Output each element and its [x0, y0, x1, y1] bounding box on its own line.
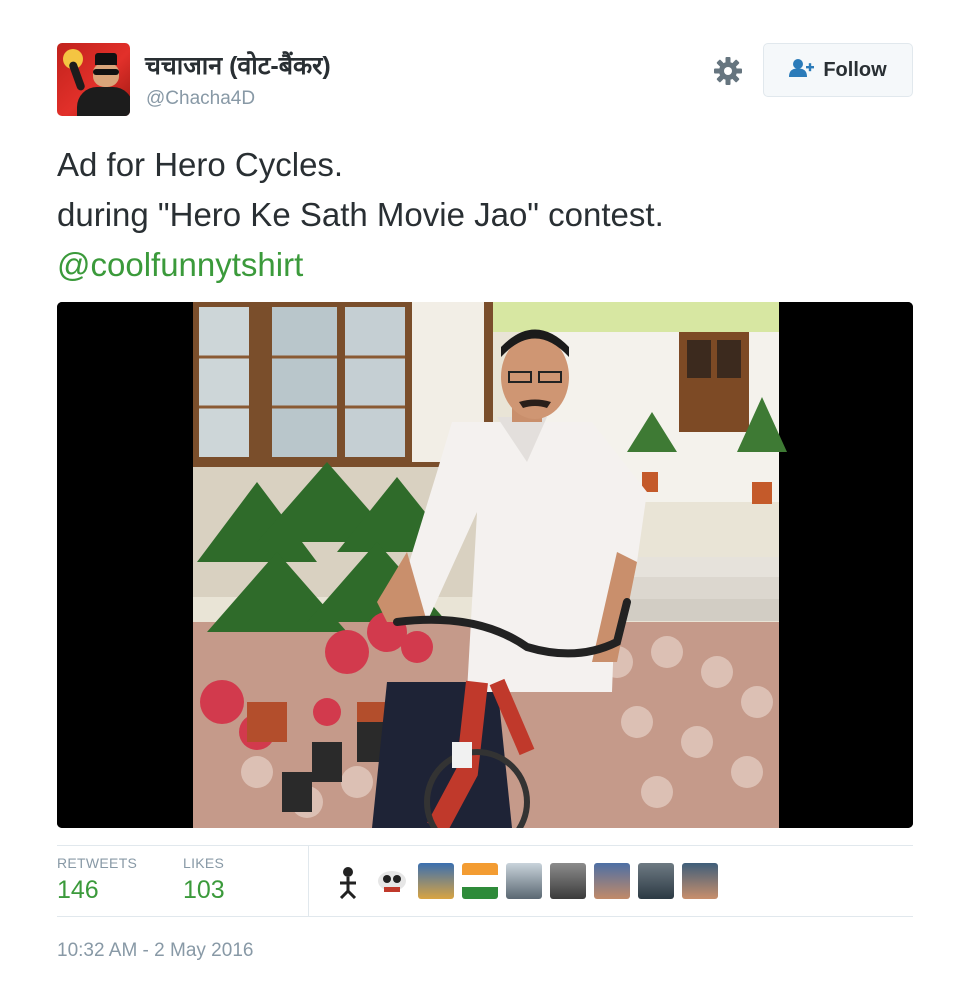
- liker-avatar[interactable]: [330, 863, 366, 899]
- author-username[interactable]: @Chacha4D: [146, 88, 255, 110]
- liker-avatar[interactable]: [594, 863, 630, 899]
- follow-button-label: Follow: [823, 58, 887, 81]
- liker-avatar[interactable]: [506, 863, 542, 899]
- liker-avatar[interactable]: [462, 863, 498, 899]
- author-display-name[interactable]: चचाजान (वोट-बैंकर): [145, 48, 331, 82]
- retweets-count: 146: [57, 876, 99, 904]
- follow-button[interactable]: Follow: [763, 43, 913, 97]
- likes-label: LIKES: [183, 855, 225, 871]
- stats-bottom-divider: [57, 916, 913, 917]
- tweet-text-line-1: Ad for Hero Cycles.: [57, 146, 344, 183]
- liker-avatar[interactable]: [682, 863, 718, 899]
- likes-count: 103: [183, 876, 225, 904]
- stats-top-divider: [57, 845, 913, 846]
- retweets-label: RETWEETS: [57, 855, 138, 871]
- likes-stat[interactable]: LIKES 103: [183, 855, 225, 905]
- liker-avatar[interactable]: [550, 863, 586, 899]
- liker-avatar[interactable]: [418, 863, 454, 899]
- stats-vertical-divider: [308, 846, 309, 916]
- gear-icon[interactable]: [712, 55, 744, 87]
- tweet-text-line-2: during "Hero Ke Sath Movie Jao" contest.: [57, 196, 664, 233]
- author-avatar[interactable]: [57, 43, 130, 116]
- add-user-icon: [789, 58, 815, 83]
- tweet-card: चचाजान (वोट-बैंकर) @Chacha4D Follow Ad f…: [0, 0, 975, 981]
- retweets-stat[interactable]: RETWEETS 146: [57, 855, 137, 905]
- liker-avatars: [330, 863, 718, 899]
- tweet-photo[interactable]: [57, 302, 913, 828]
- tweet-text: Ad for Hero Cycles. during "Hero Ke Sath…: [57, 140, 917, 290]
- liker-avatar[interactable]: [374, 863, 410, 899]
- tweet-timestamp[interactable]: 10:32 AM - 2 May 2016: [57, 940, 253, 962]
- liker-avatar[interactable]: [638, 863, 674, 899]
- mention-link[interactable]: @coolfunnytshirt: [57, 240, 917, 290]
